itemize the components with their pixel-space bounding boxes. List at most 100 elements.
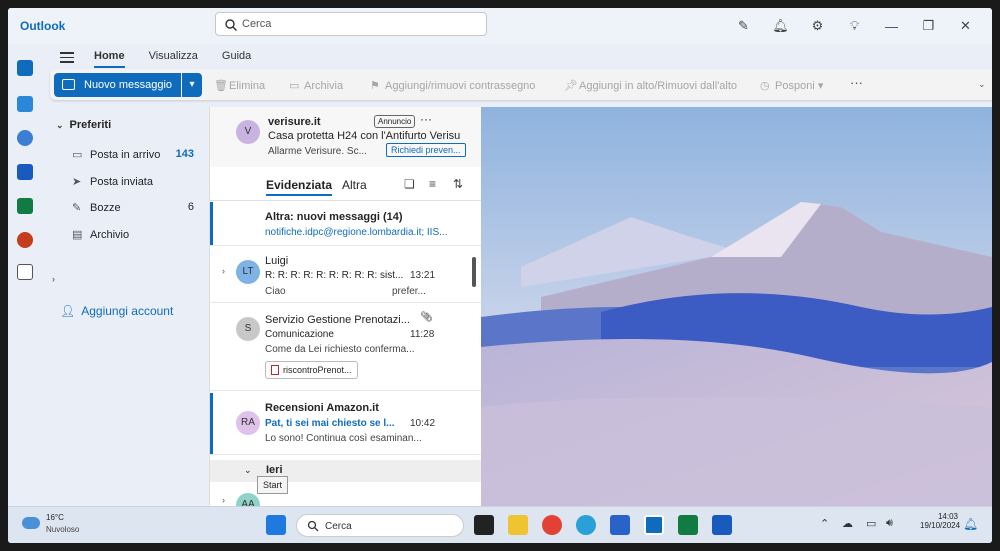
folder-drafts[interactable]: ✎ Bozze 6	[72, 201, 202, 217]
more-apps-icon[interactable]	[17, 264, 33, 280]
app-title: Outlook	[20, 19, 66, 33]
powerpoint-app-icon[interactable]	[17, 232, 33, 248]
word-app-icon[interactable]	[17, 164, 33, 180]
system-clock[interactable]: 14:03 19/10/2024	[920, 512, 960, 530]
tab-focused[interactable]: Evidenziata	[266, 178, 333, 196]
add-account-button[interactable]: 👤︎ Aggiungi account	[60, 304, 173, 318]
tab-home[interactable]: Home	[94, 48, 125, 68]
delete-button[interactable]: 🗑︎Elimina	[214, 79, 265, 92]
search-box[interactable]: Cerca	[215, 12, 487, 36]
menu-icon[interactable]	[60, 52, 74, 64]
excel-app-icon[interactable]	[17, 198, 33, 214]
drafts-count: 6	[187, 201, 194, 213]
display-icon[interactable]: ▭	[866, 517, 876, 530]
taskbar: 16°C Nuvoloso Cerca ⌃ ☁ ▭ 🔊︎ 14:03 19/10…	[8, 506, 992, 543]
filter-icon[interactable]: ≡	[429, 177, 436, 191]
more-options-icon[interactable]: ···	[420, 112, 432, 126]
other-inbox-banner[interactable]: Altra: nuovi messaggi (14) notifiche.idp…	[210, 202, 481, 246]
onedrive-icon[interactable]: ☁	[842, 517, 853, 530]
flag-button[interactable]: ⚑ Aggiungi/rimuovi contrassegno	[370, 79, 535, 92]
snooze-button[interactable]: ◷ Posponi ▾	[760, 79, 823, 92]
edge-icon[interactable]	[576, 515, 596, 535]
account-expander-icon[interactable]: ›	[52, 274, 55, 284]
message-preview: Come da Lei richiesto conferma...	[265, 344, 415, 355]
favorites-header[interactable]: ⌄ Preferiti	[56, 119, 111, 131]
volume-icon[interactable]: 🔊︎	[886, 517, 893, 530]
compose-note-icon[interactable]: ✎	[725, 16, 762, 36]
list-item[interactable]: › AA	[210, 483, 481, 506]
bell-icon[interactable]: 🔔︎	[762, 16, 799, 36]
select-icon[interactable]: ❏	[404, 177, 415, 191]
chevron-right-icon[interactable]: ›	[222, 266, 225, 276]
message-subject: Comunicazione	[265, 329, 334, 340]
sort-icon[interactable]: ⇅	[453, 177, 463, 191]
start-tooltip: Start	[257, 476, 289, 494]
archive-icon: ▭	[289, 80, 300, 92]
chevron-down-icon: ⌄	[244, 465, 252, 475]
lightbulb-icon[interactable]: 💡︎	[836, 16, 873, 36]
attachment-chip[interactable]: riscontroPrenot...	[265, 361, 358, 379]
list-item[interactable]: RA Recensioni Amazon.it Pat, ti sei mai …	[210, 393, 481, 455]
search-placeholder: Cerca	[242, 18, 272, 30]
tab-help[interactable]: Guida	[222, 48, 251, 70]
ad-cta-button[interactable]: Richiedi preven...	[386, 143, 466, 157]
gear-icon[interactable]: ⚙	[799, 16, 836, 36]
avatar: S	[236, 317, 260, 341]
outlook-taskbar-icon[interactable]	[644, 515, 664, 535]
flag-icon: ⚑	[370, 80, 380, 92]
avatar: AA	[236, 493, 260, 506]
folder-sent[interactable]: ➤ Posta inviata	[72, 175, 202, 191]
archive-button[interactable]: ▭ Archivia	[289, 79, 343, 92]
ad-row[interactable]: V verisure.it Annuncio ··· Casa protetta…	[210, 107, 481, 167]
calendar-app-icon[interactable]	[17, 96, 33, 112]
notification-bell-icon[interactable]: 🔔︎	[963, 517, 978, 531]
message-subject: Pat, ti sei mai chiesto se l...	[265, 418, 395, 429]
new-message-dropdown[interactable]: ▾	[182, 73, 202, 97]
other-banner-title: Altra: nuovi messaggi (14)	[265, 211, 403, 223]
close-icon[interactable]: ✕	[947, 16, 984, 36]
scrollbar-thumb[interactable]	[472, 257, 476, 287]
ribbon-expand-icon[interactable]: ⌄	[978, 79, 986, 90]
message-time: 13:21	[410, 270, 436, 281]
tab-view[interactable]: Visualizza	[149, 48, 198, 70]
clock-time: 14:03	[937, 512, 958, 521]
clock-icon: ◷	[760, 80, 770, 92]
message-time: 11:28	[410, 329, 435, 340]
store-icon[interactable]	[610, 515, 630, 535]
avatar: RA	[236, 411, 260, 435]
chevron-up-icon[interactable]: ⌃	[820, 517, 829, 530]
inbox-icon: ▭	[72, 149, 83, 161]
ad-preview: Allarme Verisure. Sc...	[268, 146, 367, 157]
cloud-icon[interactable]	[22, 517, 40, 529]
folder-archive[interactable]: ▤ Archivio	[72, 228, 202, 244]
list-item[interactable]: › LT Luigi R: R: R: R: R: R: R: R: R: si…	[210, 248, 481, 303]
file-explorer-icon[interactable]	[508, 515, 528, 535]
chevron-right-icon[interactable]: ›	[222, 495, 225, 505]
avatar: LT	[236, 260, 260, 284]
minimize-icon[interactable]: —	[873, 16, 910, 36]
chevron-down-icon: ⌄	[56, 120, 64, 130]
taskbar-search[interactable]: Cerca	[296, 514, 464, 537]
pin-button[interactable]: 📌︎Aggiungi in alto/Rimuovi dall'alto	[564, 79, 737, 92]
restore-icon[interactable]: ❐	[910, 16, 947, 36]
other-banner-senders: notifiche.idpc@regione.lombardia.it; IIS…	[265, 227, 448, 238]
more-options-button[interactable]: ···	[850, 75, 863, 90]
ad-sender: verisure.it	[268, 116, 321, 128]
windows-start-icon[interactable]	[266, 515, 286, 535]
archive-icon: ▤	[72, 229, 83, 241]
list-item[interactable]: S Servizio Gestione Prenotazi... 📎︎ Comu…	[210, 305, 481, 391]
date-group-header[interactable]: ⌄ Ieri	[210, 460, 481, 482]
chrome-icon[interactable]	[542, 515, 562, 535]
task-view-icon[interactable]	[474, 515, 494, 535]
excel-taskbar-icon[interactable]	[678, 515, 698, 535]
folder-inbox[interactable]: ▭ Posta in arrivo 143	[72, 148, 202, 164]
word-taskbar-icon[interactable]	[712, 515, 732, 535]
tab-other[interactable]: Altra	[342, 178, 367, 192]
people-app-icon[interactable]	[17, 130, 33, 146]
search-icon	[225, 19, 237, 31]
new-message-button[interactable]: Nuovo messaggio	[54, 73, 181, 97]
avatar: V	[236, 120, 260, 144]
mail-app-icon[interactable]	[17, 60, 33, 76]
message-preview-end: prefer...	[392, 286, 426, 297]
trash-icon: 🗑︎	[214, 80, 228, 92]
